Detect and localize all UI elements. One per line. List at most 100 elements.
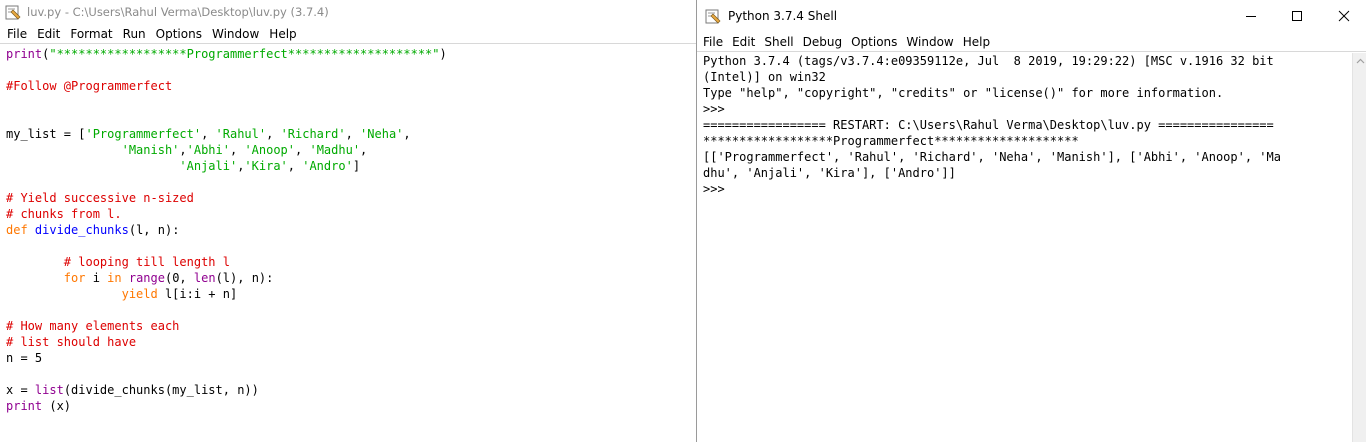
code-line: 'Manish','Abhi', 'Anoop', 'Madhu', [6, 142, 447, 158]
close-button[interactable] [1321, 0, 1366, 32]
shell-text: Python 3.7.4 (tags/v3.7.4:e09359112e, Ju… [703, 53, 1281, 197]
code-token: def [6, 223, 28, 237]
scroll-up-button[interactable] [1353, 53, 1366, 68]
code-token: n = 5 [6, 351, 43, 365]
code-token: 'Abhi' [186, 143, 230, 157]
menu-options[interactable]: Options [851, 35, 897, 49]
code-token: 'Anoop' [244, 143, 296, 157]
code-line: # How many elements each [6, 318, 447, 334]
menu-window[interactable]: Window [906, 35, 953, 49]
shell-title: Python 3.7.4 Shell [728, 9, 838, 23]
code-token: range [128, 271, 165, 285]
minimize-icon [1246, 16, 1256, 17]
code-token: ) [439, 47, 447, 61]
code-token: my_list = [ [6, 127, 86, 141]
menu-run[interactable]: Run [122, 27, 147, 41]
menu-edit[interactable]: Edit [732, 35, 755, 49]
code-line: print("******************Programmerfect*… [6, 46, 447, 62]
shell-line: Python 3.7.4 (tags/v3.7.4:e09359112e, Ju… [703, 54, 1274, 68]
chevron-up-icon [1356, 58, 1365, 63]
code-token: , [403, 127, 411, 141]
code-token: yield [121, 287, 158, 301]
code-token: l[i:i + n] [157, 287, 238, 301]
menu-debug[interactable]: Debug [803, 35, 842, 49]
shell-title-bar[interactable]: Python 3.7.4 Shell [697, 0, 1366, 32]
code-token: (l), n): [215, 271, 274, 285]
code-token: for [63, 271, 86, 285]
code-editor-text-area[interactable]: print("******************Programmerfect*… [6, 46, 447, 414]
code-token: (divide_chunks(my_list, n)) [63, 383, 259, 397]
code-token: 'Programmerfect' [85, 127, 202, 141]
code-token: , [266, 127, 281, 141]
code-token: (0, [164, 271, 194, 285]
menu-shell[interactable]: Shell [764, 35, 793, 49]
code-token: , [295, 143, 310, 157]
program-output: ******************Programmerfect********… [703, 134, 1079, 148]
editor-title: luv.py - C:\Users\Rahul Verma\Desktop\lu… [27, 5, 329, 19]
code-token: 'Rahul' [215, 127, 267, 141]
program-output: dhu', 'Anjali', 'Kira'], ['Andro']] [703, 166, 956, 180]
shell-menu-bar: File Edit Shell Debug Options Window Hel… [697, 32, 1366, 52]
menu-file[interactable]: File [6, 27, 28, 41]
minimize-button[interactable] [1228, 0, 1274, 32]
menu-window[interactable]: Window [211, 27, 260, 41]
code-line: # chunks from l. [6, 206, 447, 222]
shell-line: (Intel)] on win32 [703, 70, 826, 84]
menu-edit[interactable]: Edit [36, 27, 61, 41]
editor-window: luv.py - C:\Users\Rahul Verma\Desktop\lu… [0, 0, 700, 442]
menu-file[interactable]: File [703, 35, 723, 49]
code-line: x = list(divide_chunks(my_list, n)) [6, 382, 447, 398]
menu-help[interactable]: Help [963, 35, 990, 49]
code-line: yield l[i:i + n] [6, 286, 447, 302]
vertical-scrollbar[interactable] [1352, 53, 1366, 442]
close-icon [1338, 10, 1350, 22]
code-token: i [85, 271, 108, 285]
code-token: , [287, 159, 303, 173]
editor-menu-bar: File Edit Format Run Options Window Help [0, 24, 700, 44]
maximize-button[interactable] [1274, 0, 1320, 32]
menu-options[interactable]: Options [155, 27, 203, 41]
code-line: #Follow @Programmerfect [6, 78, 447, 94]
editor-title-bar[interactable]: luv.py - C:\Users\Rahul Verma\Desktop\lu… [0, 0, 700, 24]
code-token: (l, n): [128, 223, 180, 237]
code-token: print [6, 399, 43, 413]
program-output: [['Programmerfect', 'Rahul', 'Richard', … [703, 150, 1281, 164]
code-token: in [107, 271, 122, 285]
code-comment: # How many elements each [6, 319, 180, 333]
code-token: 'Kira' [244, 159, 288, 173]
code-token: x = [6, 383, 35, 397]
code-line: print (x) [6, 398, 447, 414]
code-line: 'Anjali','Kira', 'Andro'] [6, 158, 447, 174]
code-token: list [34, 383, 64, 397]
code-token: 'Anjali' [179, 159, 238, 173]
code-token: , [345, 127, 361, 141]
shell-line: Type "help", "copyright", "credits" or "… [703, 86, 1224, 100]
code-comment: #Follow @Programmerfect [6, 79, 173, 93]
code-token: , [201, 127, 216, 141]
python-idle-icon [5, 5, 21, 20]
code-token: divide_chunks [34, 223, 129, 237]
code-token: , [360, 143, 368, 157]
code-token: "******************Programmerfect*******… [49, 47, 440, 61]
shell-output-area[interactable]: Python 3.7.4 (tags/v3.7.4:e09359112e, Ju… [697, 53, 1352, 442]
menu-help[interactable]: Help [268, 27, 297, 41]
code-line: n = 5 [6, 350, 447, 366]
code-line: # Yield successive n-sized [6, 190, 447, 206]
code-line: # looping till length l [6, 254, 447, 270]
code-token: , [179, 143, 187, 157]
menu-format[interactable]: Format [69, 27, 113, 41]
code-comment: # list should have [6, 335, 137, 349]
code-line: # list should have [6, 334, 447, 350]
shell-prompt: >>> [703, 102, 732, 116]
